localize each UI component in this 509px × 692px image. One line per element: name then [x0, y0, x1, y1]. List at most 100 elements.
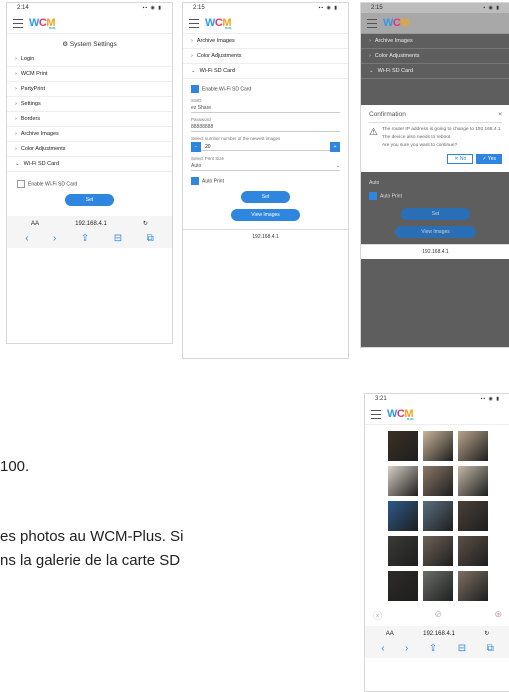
tabs-icon[interactable]: ⧉	[147, 233, 154, 244]
forward-icon[interactable]: ›	[53, 233, 56, 244]
back-icon[interactable]: ‹	[25, 233, 28, 244]
enable-wifi-row[interactable]: Enable Wi-Fi SD Card	[183, 79, 348, 95]
images-count-stepper[interactable]: − 20 +	[191, 142, 340, 152]
wcm-logo: WCM PLUS	[29, 16, 56, 30]
reload-icon[interactable]: ↻	[484, 630, 489, 637]
menu-item-partyprint[interactable]: › PartyPrint	[7, 82, 172, 97]
share-icon[interactable]: ⇪	[81, 233, 89, 244]
view-images-button[interactable]: View Images	[231, 209, 300, 221]
url-text[interactable]: 192.168.4.1	[423, 631, 455, 637]
chevron-right-icon: ›	[15, 71, 17, 77]
forward-icon[interactable]: ›	[405, 643, 408, 654]
hamburger-icon[interactable]	[371, 409, 381, 419]
status-icons: ▪ ◉ ▮	[483, 5, 500, 11]
ssid-input[interactable]: ez Share	[191, 104, 340, 113]
browser-toolbar: ‹ › ⇪ ⊟ ⧉	[7, 231, 172, 248]
enable-wifi-checkbox[interactable]	[17, 180, 25, 188]
enable-wifi-checkbox[interactable]	[191, 85, 199, 93]
text-size-button[interactable]: AA	[31, 221, 39, 227]
menu-item-wifi-sd-card[interactable]: ⌄ Wi-Fi SD Card	[183, 64, 348, 79]
doc-text-line-3: ns la galerie de la carte SD	[0, 552, 181, 569]
chevron-down-icon: ⌄	[15, 161, 20, 167]
menu-item-wcm-print[interactable]: › WCM Print	[7, 67, 172, 82]
bookmarks-icon[interactable]: ⊟	[114, 233, 122, 244]
wcm-logo: WCM	[383, 17, 410, 29]
chevron-right-icon: ›	[15, 101, 17, 107]
menu-item-login[interactable]: › Login	[7, 52, 172, 67]
print-size-select[interactable]: Auto ⌄	[191, 162, 340, 171]
doc-text-line-1: 100.	[0, 458, 30, 475]
url-text[interactable]: 192.168.4.1	[183, 229, 348, 244]
screenshot-phone-system-settings: 2:14 ▪▪ ◉ ▮ WCM PLUS ⚙ System Settings › L…	[6, 2, 173, 344]
password-input[interactable]: 88888888	[191, 123, 340, 132]
gallery-thumbnail[interactable]	[387, 431, 418, 461]
images-count-value[interactable]: 20	[201, 144, 330, 151]
gallery-thumbnail[interactable]	[387, 466, 418, 496]
gallery-thumbnail[interactable]	[387, 536, 418, 566]
text-size-button[interactable]: AA	[386, 631, 394, 637]
dialog-message-1: The router IP address is going to change…	[381, 127, 501, 132]
dialog-message-2: The device also needs to reboot.	[381, 135, 452, 140]
bookmarks-icon[interactable]: ⊟	[458, 643, 466, 654]
yes-button[interactable]: ✓ Yes	[476, 154, 502, 164]
menu-item-wifi-sd-card[interactable]: ⌄ Wi-Fi SD Card	[7, 157, 172, 172]
screenshot-phone-confirmation: 2:15 ▪ ◉ ▮ WCM › Archive Images › Color Ad…	[360, 2, 509, 348]
back-icon[interactable]: ‹	[381, 643, 384, 654]
plus-button[interactable]: +	[330, 142, 340, 152]
app-header: WCM	[361, 13, 509, 34]
auto-print-checkbox[interactable]	[191, 177, 199, 185]
set-button: Set	[401, 208, 470, 220]
gallery-thumbnail[interactable]	[422, 501, 453, 531]
tabs-icon[interactable]: ⧉	[487, 643, 494, 654]
menu-item-archive-images[interactable]: › Archive Images	[7, 127, 172, 142]
chevron-right-icon: ›	[369, 53, 371, 59]
menu-item-color-adjustments[interactable]: › Color Adjustments	[7, 142, 172, 157]
gallery-thumbnail[interactable]	[457, 571, 488, 601]
hamburger-icon[interactable]	[367, 18, 377, 28]
app-header: WCM PLUS	[365, 404, 509, 425]
reload-icon[interactable]: ↻	[143, 220, 148, 227]
cancel-icon[interactable]: ⓧ	[373, 609, 382, 622]
gallery-thumbnail[interactable]	[422, 431, 453, 461]
app-header: WCM PLUS	[7, 13, 172, 34]
print-icon[interactable]: ⊛	[494, 609, 502, 622]
gallery-thumbnail[interactable]	[422, 466, 453, 496]
doc-text-line-2: es photos au WCM-Plus. Si	[0, 528, 184, 545]
url-text: 192.168.4.1	[361, 244, 509, 259]
set-button[interactable]: Set	[241, 191, 290, 203]
gallery-thumbnail[interactable]	[387, 501, 418, 531]
chevron-right-icon: ›	[15, 86, 17, 92]
status-time: 2:14	[17, 5, 29, 11]
close-icon[interactable]: ×	[498, 111, 502, 118]
gallery-thumbnail[interactable]	[422, 536, 453, 566]
auto-print-row[interactable]: Auto Print	[183, 175, 348, 187]
menu-item-color-adjustments[interactable]: › Color Adjustments	[183, 49, 348, 64]
gallery-thumbnail[interactable]	[422, 571, 453, 601]
dialog-title: Confirmation	[369, 111, 406, 118]
share-icon[interactable]: ⇪	[429, 643, 437, 654]
status-bar: 2:15 ▪▪ ◉ ▮	[183, 3, 348, 13]
set-button[interactable]: Set	[65, 194, 114, 206]
gallery-thumbnail[interactable]	[457, 501, 488, 531]
check-circle-icon[interactable]: ⊘	[434, 609, 442, 622]
enable-wifi-row[interactable]: Enable Wi-Fi SD Card	[7, 172, 172, 192]
hamburger-icon[interactable]	[189, 18, 199, 28]
status-bar: 2:15 ▪ ◉ ▮	[361, 3, 509, 13]
browser-url-bar[interactable]: AA 192.168.4.1 ↻	[7, 216, 172, 231]
screenshot-phone-wifi-settings: 2:15 ▪▪ ◉ ▮ WCM PLUS › Archive Images › Col…	[182, 2, 349, 359]
no-button[interactable]: ✕ No	[447, 154, 474, 164]
url-text[interactable]: 192.168.4.1	[75, 221, 107, 227]
menu-item-settings[interactable]: › Settings	[7, 97, 172, 112]
browser-url-bar[interactable]: AA 192.168.4.1 ↻	[365, 626, 509, 641]
confirmation-dialog: Confirmation × ⚠ The router IP address i…	[361, 105, 509, 172]
gallery-thumbnail[interactable]	[457, 536, 488, 566]
chevron-down-icon: ⌄	[369, 68, 374, 74]
chevron-right-icon: ›	[15, 131, 17, 137]
gallery-thumbnail[interactable]	[457, 466, 488, 496]
hamburger-icon[interactable]	[13, 18, 23, 28]
menu-item-archive-images[interactable]: › Archive Images	[183, 34, 348, 49]
gallery-thumbnail[interactable]	[387, 571, 418, 601]
menu-item-borders[interactable]: › Borders	[7, 112, 172, 127]
gallery-thumbnail[interactable]	[457, 431, 488, 461]
minus-button[interactable]: −	[191, 142, 201, 152]
